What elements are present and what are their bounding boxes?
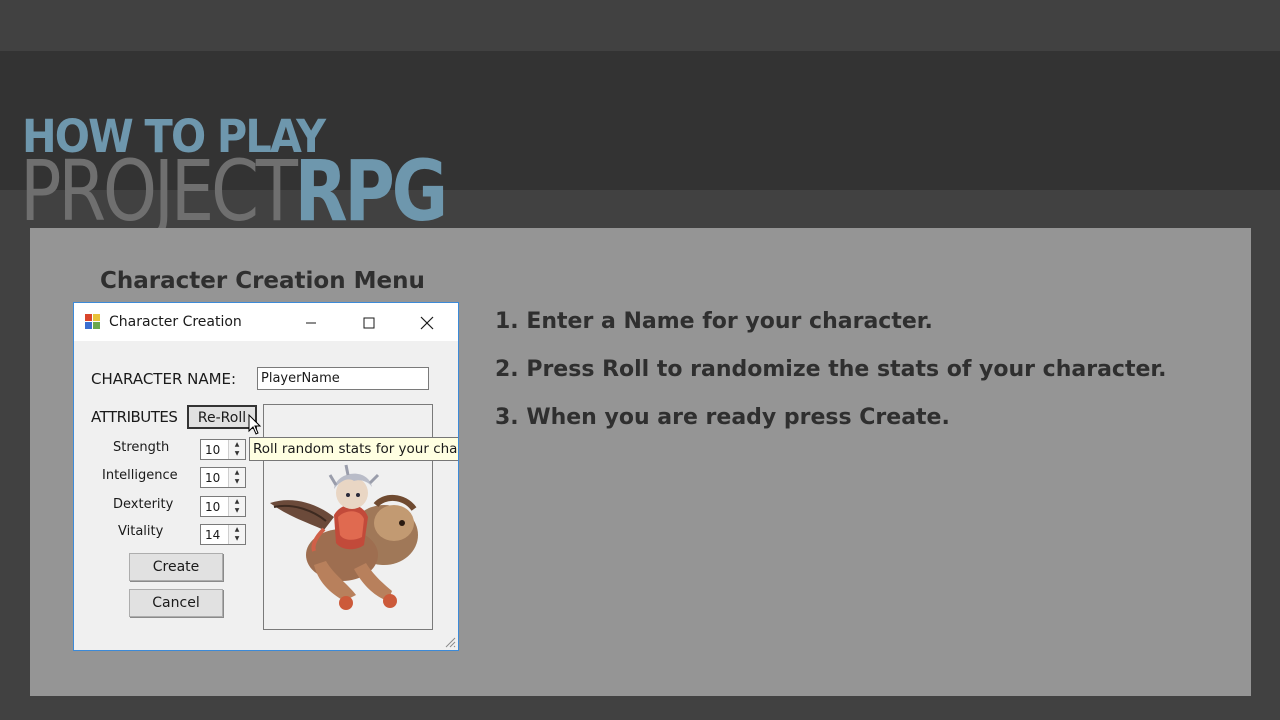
vitality-stepper[interactable]: 14 ▲ ▼ [200, 524, 246, 545]
spin-arrows-icon[interactable]: ▲ ▼ [228, 525, 245, 544]
instruction-list: 1. Enter a Name for your character. 2. P… [495, 306, 1166, 450]
dexterity-value: 10 [205, 500, 221, 514]
resize-grip-icon[interactable] [444, 636, 456, 648]
strength-value: 10 [205, 443, 221, 457]
banner-title-rpg: RPG [294, 142, 449, 240]
minimize-icon[interactable] [288, 303, 334, 341]
title-banner: HOW TO PLAY PROJECTRPG [0, 51, 1280, 235]
banner-title-project: PROJECT [20, 142, 298, 240]
close-icon[interactable] [404, 303, 450, 341]
window-title: Character Creation [109, 314, 242, 330]
stat-label-strength: Strength [113, 440, 170, 455]
character-name-label: CHARACTER NAME: [91, 370, 237, 388]
stat-label-intelligence: Intelligence [102, 468, 178, 483]
reroll-button[interactable]: Re-Roll [187, 405, 257, 429]
attributes-label: ATTRIBUTES [91, 408, 178, 426]
stat-label-dexterity: Dexterity [113, 497, 174, 512]
stat-label-vitality: Vitality [118, 524, 164, 539]
spin-arrows-icon[interactable]: ▲ ▼ [228, 440, 245, 459]
section-title: Character Creation Menu [100, 268, 425, 294]
dexterity-stepper[interactable]: 10 ▲ ▼ [200, 496, 246, 517]
intelligence-value: 10 [205, 471, 221, 485]
reroll-tooltip: Roll random stats for your chara [249, 437, 458, 461]
character-name-input[interactable]: PlayerName [257, 367, 429, 390]
create-button[interactable]: Create [129, 553, 223, 581]
maximize-icon[interactable] [346, 303, 392, 341]
character-creation-window: Character Creation CHARACTER NAME: Playe… [73, 302, 459, 651]
mouse-cursor-icon [248, 414, 262, 435]
spin-arrows-icon[interactable]: ▲ ▼ [228, 468, 245, 487]
intelligence-stepper[interactable]: 10 ▲ ▼ [200, 467, 246, 488]
app-icon [85, 314, 101, 330]
instruction-step-1: 1. Enter a Name for your character. [495, 309, 933, 334]
spin-arrows-icon[interactable]: ▲ ▼ [228, 497, 245, 516]
vitality-value: 14 [205, 528, 221, 542]
instruction-step-3: 3. When you are ready press Create. [495, 405, 950, 430]
cancel-button[interactable]: Cancel [129, 589, 223, 617]
strength-stepper[interactable]: 10 ▲ ▼ [200, 439, 246, 460]
window-titlebar[interactable]: Character Creation [74, 303, 458, 341]
instruction-step-2: 2. Press Roll to randomize the stats of … [495, 357, 1167, 382]
banner-title-line2: PROJECTRPG [20, 147, 448, 235]
